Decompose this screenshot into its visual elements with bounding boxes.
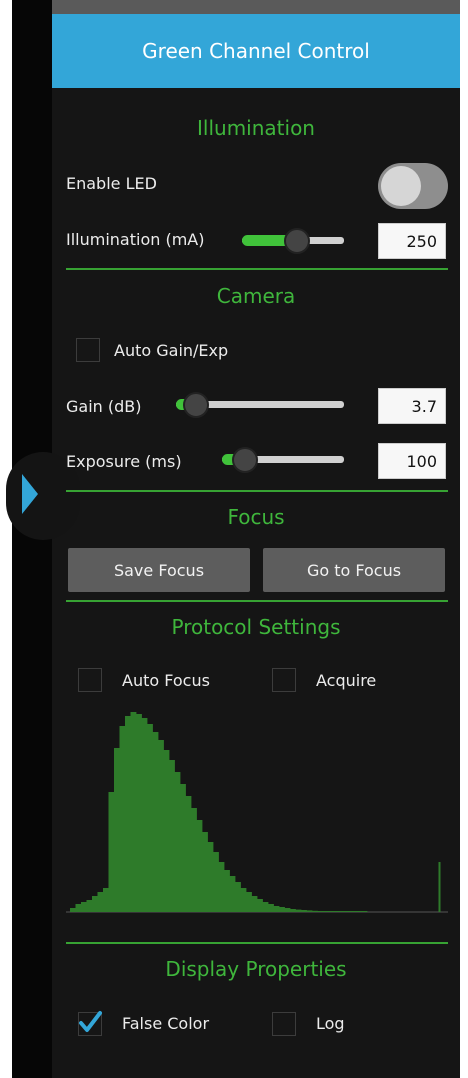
histogram-bar <box>119 726 126 912</box>
histogram-bar <box>213 852 219 912</box>
histogram-bar <box>92 896 98 912</box>
histogram-bar <box>251 896 258 912</box>
histogram-bar <box>224 870 230 912</box>
histogram-bars <box>70 712 441 912</box>
histogram-bar <box>350 911 357 912</box>
histogram-bar <box>240 888 247 912</box>
acquire-label: Acquire <box>316 671 377 690</box>
histogram-bar <box>218 862 225 912</box>
divider <box>66 268 448 270</box>
slider-thumb[interactable] <box>284 228 310 254</box>
divider <box>66 490 448 492</box>
histogram-bar <box>301 910 307 912</box>
histogram-bar <box>361 911 368 912</box>
checkmark-icon <box>79 1011 102 1032</box>
enable-led-label: Enable LED <box>66 174 157 193</box>
histogram-bar <box>180 784 186 912</box>
false-color-checkbox[interactable] <box>78 1011 102 1036</box>
auto-gain-exp-checkbox[interactable] <box>76 338 100 362</box>
histogram-bar <box>339 911 346 912</box>
exposure-slider[interactable] <box>222 447 344 473</box>
expand-arrow-icon[interactable] <box>22 474 38 514</box>
histogram-bar <box>257 899 263 912</box>
section-title-focus: Focus <box>227 505 285 529</box>
panel-header: Green Channel Control <box>52 14 460 88</box>
histogram-bar <box>75 904 82 912</box>
histogram-bar <box>141 718 148 912</box>
histogram-bar <box>328 911 335 912</box>
histogram-bar <box>152 732 159 912</box>
auto-gain-exp-label: Auto Gain/Exp <box>114 341 229 360</box>
false-color-label: False Color <box>122 1014 210 1033</box>
histogram-bar <box>70 908 76 912</box>
histogram-bar <box>103 888 109 912</box>
histogram-bar <box>312 910 318 912</box>
histogram-bar <box>345 911 351 912</box>
histogram-bar <box>290 909 296 912</box>
exposure-value-field[interactable]: 100 <box>378 443 446 479</box>
histogram-bar <box>114 748 120 912</box>
histogram-bar <box>438 862 441 912</box>
save-focus-button[interactable]: Save Focus <box>68 548 250 592</box>
gain-label: Gain (dB) <box>66 397 142 416</box>
slider-thumb[interactable] <box>232 447 258 473</box>
acquire-checkbox[interactable] <box>272 668 296 692</box>
histogram-bar <box>235 882 241 912</box>
exposure-label: Exposure (ms) <box>66 452 182 471</box>
histogram-bar <box>86 900 93 912</box>
histogram-bar <box>306 910 313 912</box>
histogram-bar <box>130 712 137 912</box>
histogram-bar <box>273 906 280 912</box>
histogram-bar <box>158 740 164 912</box>
histogram-bar <box>174 772 181 912</box>
section-title-display: Display Properties <box>165 957 347 981</box>
histogram-bar <box>295 909 302 912</box>
enable-led-toggle[interactable] <box>378 163 448 209</box>
section-title-illumination: Illumination <box>197 116 315 140</box>
histogram-bar <box>185 796 192 912</box>
histogram-bar <box>169 760 175 912</box>
log-checkbox[interactable] <box>272 1012 296 1036</box>
illumination-value-field[interactable]: 250 <box>378 223 446 259</box>
histogram-plot <box>66 712 448 913</box>
gain-slider[interactable] <box>176 392 344 418</box>
histogram-bar <box>163 750 170 912</box>
auto-focus-label: Auto Focus <box>122 671 210 690</box>
illumination-slider[interactable] <box>242 228 344 254</box>
histogram-bar <box>207 842 214 912</box>
histogram-bar <box>202 832 208 912</box>
histogram-bar <box>356 911 362 912</box>
section-title-protocol: Protocol Settings <box>171 615 341 639</box>
histogram-bar <box>268 904 274 912</box>
slider-thumb[interactable] <box>183 392 209 418</box>
gain-value-field[interactable]: 3.7 <box>378 388 446 424</box>
go-to-focus-button[interactable]: Go to Focus <box>263 548 445 592</box>
histogram-bar <box>284 908 291 912</box>
toggle-knob <box>381 166 421 206</box>
histogram-bar <box>81 902 87 912</box>
panel-top-bar <box>52 0 460 14</box>
histogram-bar <box>229 876 236 912</box>
histogram-bar <box>191 808 197 912</box>
section-title-camera: Camera <box>216 284 296 308</box>
histogram-bar <box>262 902 269 912</box>
divider <box>66 600 448 602</box>
histogram-bar <box>246 892 252 912</box>
illumination-current-label: Illumination (mA) <box>66 230 205 249</box>
histogram-bar <box>317 911 324 912</box>
control-panel <box>52 0 460 1078</box>
divider <box>66 942 448 944</box>
histogram-bar <box>147 724 153 912</box>
left-margin <box>0 0 12 1078</box>
histogram-bar <box>97 892 104 912</box>
histogram-bar <box>196 820 203 912</box>
histogram-bar <box>323 911 329 912</box>
auto-focus-checkbox[interactable] <box>78 668 102 692</box>
histogram-bar <box>334 911 340 912</box>
histogram-bar <box>108 792 115 912</box>
log-label: Log <box>316 1014 345 1033</box>
histogram-bar <box>136 714 142 912</box>
histogram-bar <box>279 907 285 912</box>
histogram-bar <box>125 716 131 912</box>
